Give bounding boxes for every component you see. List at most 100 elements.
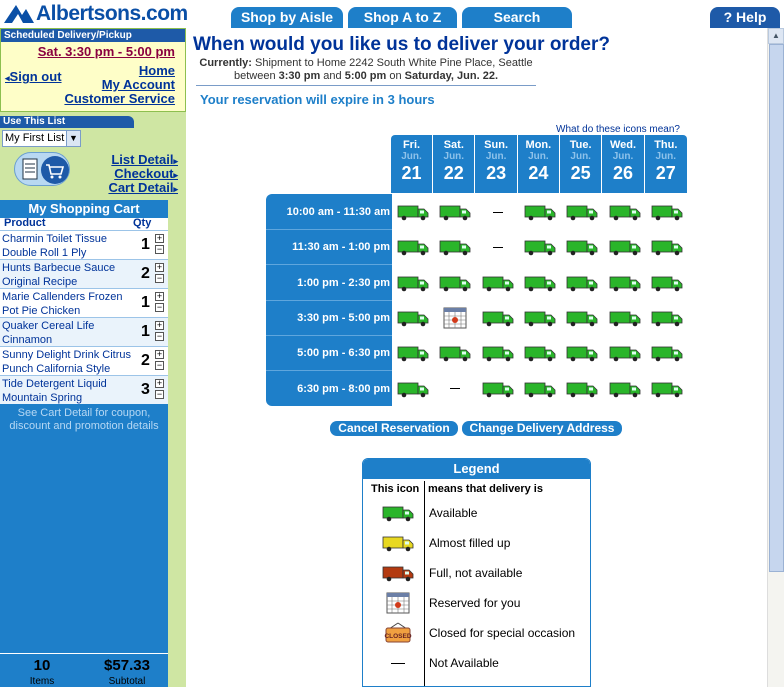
increase-qty-icon[interactable]: + [155,379,164,388]
day-header: Mon. Jun. 24 [518,135,560,193]
cart-item-name[interactable]: Charmin Toilet Tissue Double Roll 1 Ply [2,232,134,260]
truck-green-icon[interactable] [561,194,603,230]
legend-col-icon: This icon [371,483,420,495]
cart-item-row: Quaker Cereal Life Cinnamon 1 + − [0,317,168,346]
legend-row: Available [363,497,590,527]
truck-green-icon[interactable] [604,194,646,230]
truck-green-icon[interactable] [392,335,434,371]
cart-item-qty: 2 [141,265,150,282]
truck-green-icon[interactable] [561,371,603,407]
truck-green-icon[interactable] [561,335,603,371]
day-name: Thu. [654,139,678,151]
cart-item-name[interactable]: Tide Detergent Liquid Mountain Spring [2,377,134,405]
increase-qty-icon[interactable]: + [155,321,164,330]
truck-green-icon[interactable] [434,229,476,265]
cart-detail-label: Cart Detail [108,180,174,195]
tab-shop-a-to-z[interactable]: Shop A to Z [348,7,457,28]
truck-green-icon[interactable] [392,265,434,301]
page-scrollbar[interactable]: ▲ [767,28,784,687]
scheduled-label: Scheduled Delivery/Pickup [1,29,185,42]
truck-green-icon[interactable] [392,229,434,265]
cart-item-name[interactable]: Sunny Delight Drink Citrus Punch Califor… [2,348,134,376]
truck-yellow-icon [381,533,415,553]
truck-green-icon[interactable] [646,371,688,407]
increase-qty-icon[interactable]: + [155,263,164,272]
truck-green-icon[interactable] [646,265,688,301]
legend-text: Full, not available [429,566,523,580]
truck-green-icon[interactable] [646,194,688,230]
truck-red-icon [381,563,415,583]
scroll-up-icon[interactable]: ▲ [768,28,784,44]
increase-qty-icon[interactable]: + [155,292,164,301]
truck-green-icon[interactable] [477,265,519,301]
truck-green-icon[interactable] [477,300,519,336]
cart-item-name[interactable]: Hunts Barbecue Sauce Original Recipe [2,261,134,289]
truck-green-icon[interactable] [392,300,434,336]
day-month: Jun. [612,151,634,162]
truck-green-icon[interactable] [392,194,434,230]
customer-service-link[interactable]: Customer Service [64,91,175,106]
increase-qty-icon[interactable]: + [155,234,164,243]
truck-green-icon[interactable] [519,265,561,301]
decrease-qty-icon[interactable]: − [155,303,164,312]
home-link[interactable]: Home [139,63,175,78]
truck-green-icon[interactable] [646,229,688,265]
truck-green-icon[interactable] [434,265,476,301]
truck-green-icon[interactable] [519,229,561,265]
decrease-qty-icon[interactable]: − [155,390,164,399]
change-delivery-address-button[interactable]: Change Delivery Address [462,421,622,436]
day-header-row: Fri. Jun. 21 Sat. Jun. 22 Sun. Jun. 23 Mon. Jun. 24… [391,135,687,193]
truck-green-icon[interactable] [561,229,603,265]
cancel-reservation-button[interactable]: Cancel Reservation [330,421,458,436]
list-detail-link[interactable]: List Detail▸ [111,152,178,167]
day-name: Wed. [609,139,637,151]
decrease-qty-icon[interactable]: − [155,361,164,370]
truck-green-icon[interactable] [561,265,603,301]
legend-text: Not Available [429,656,499,670]
truck-green-icon[interactable] [519,335,561,371]
start-time: 3:30 pm [278,70,321,82]
tab-search[interactable]: Search [462,7,572,28]
truck-green-icon[interactable] [604,371,646,407]
truck-green-icon[interactable] [646,300,688,336]
truck-green-icon[interactable] [646,335,688,371]
truck-green-icon[interactable] [392,371,434,407]
chevron-right-icon: ▸ [173,184,178,194]
my-account-link[interactable]: My Account [102,77,175,92]
help-button[interactable]: ? Help [710,7,780,28]
list-select[interactable]: My First List ▼ [2,130,81,147]
cart-item-name[interactable]: Marie Callenders Frozen Pot Pie Chicken [2,290,134,318]
cart-item-name[interactable]: Quaker Cereal Life Cinnamon [2,319,134,347]
truck-green-icon[interactable] [434,194,476,230]
checkout-link[interactable]: Checkout▸ [114,166,178,181]
cart-detail-link[interactable]: Cart Detail▸ [108,180,178,195]
truck-green-icon[interactable] [604,300,646,336]
truck-green-icon[interactable] [519,300,561,336]
truck-green-icon[interactable] [434,335,476,371]
truck-green-icon[interactable] [604,265,646,301]
chevron-down-icon[interactable]: ▼ [66,131,80,146]
truck-green-icon[interactable] [519,194,561,230]
truck-green-icon[interactable] [604,229,646,265]
legend-title: Legend [363,459,590,479]
truck-green-icon[interactable] [604,335,646,371]
albertsons-logo[interactable]: Albertsons.com [2,2,188,26]
cart-item-qty: 1 [141,236,150,253]
scheduled-time-link[interactable]: Sat. 3:30 pm - 5:00 pm [1,42,185,59]
scrollbar-thumb[interactable] [769,44,784,572]
icons-help-link[interactable]: What do these icons mean? [556,124,680,135]
decrease-qty-icon[interactable]: − [155,245,164,254]
truck-green-icon[interactable] [477,335,519,371]
main-content: When would you like us to deliver your o… [186,28,766,687]
increase-qty-icon[interactable]: + [155,350,164,359]
calendar-icon[interactable] [434,300,476,336]
decrease-qty-icon[interactable]: − [155,332,164,341]
truck-green-icon[interactable] [477,371,519,407]
truck-green-icon[interactable] [561,300,603,336]
decrease-qty-icon[interactable]: − [155,274,164,283]
legend-text: Available [429,506,478,520]
truck-green-icon[interactable] [519,371,561,407]
use-list-label: Use This List [0,116,134,128]
tab-shop-by-aisle[interactable]: Shop by Aisle [231,7,343,28]
sign-out-link[interactable]: ◂Sign out [5,69,62,84]
